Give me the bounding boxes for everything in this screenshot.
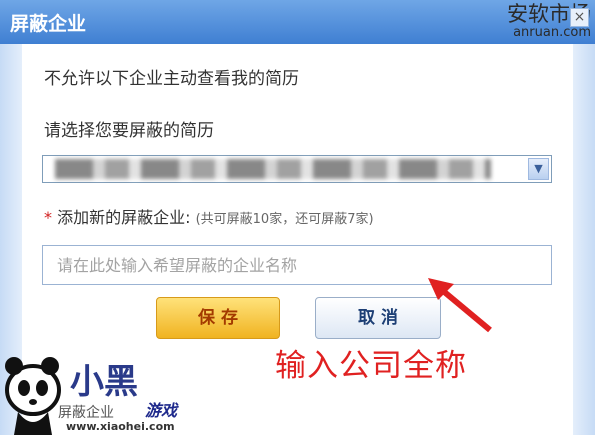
save-button[interactable]: 保 存 xyxy=(156,297,280,339)
add-company-row: * 添加新的屏蔽企业: (共可屏蔽10家，还可屏蔽7家) xyxy=(44,204,374,228)
logo-url: www.xiaohei.com xyxy=(66,420,175,433)
required-mark: * xyxy=(44,208,52,227)
block-quota-hint: (共可屏蔽10家，还可屏蔽7家) xyxy=(195,212,374,227)
logo-game-text: 游戏 xyxy=(145,401,178,420)
close-icon: × xyxy=(573,9,586,25)
chevron-down-icon[interactable]: ▼ xyxy=(528,158,549,180)
red-arrow-icon xyxy=(428,278,492,333)
resume-select-value xyxy=(55,159,491,179)
deny-description: 不允许以下企业主动查看我的简历 xyxy=(44,69,299,89)
add-company-label: 添加新的屏蔽企业: xyxy=(57,208,191,227)
annotation-text: 输入公司全称 xyxy=(275,348,467,384)
close-button[interactable]: × xyxy=(570,8,589,27)
dialog-title: 屏蔽企业 xyxy=(10,13,87,35)
dialog-right-border xyxy=(573,44,595,435)
watermark-url: anruan.com xyxy=(513,25,591,40)
resume-select[interactable]: ▼ xyxy=(42,155,552,183)
title-bar: 屏蔽企业 xyxy=(0,0,595,44)
select-resume-label: 请选择您要屏蔽的简历 xyxy=(44,121,214,141)
logo-main-text: 小黑 xyxy=(70,362,138,402)
block-company-dialog: 屏蔽企业 安软市场 anruan.com × 不允许以下企业主动查看我的简历 请… xyxy=(0,0,595,435)
